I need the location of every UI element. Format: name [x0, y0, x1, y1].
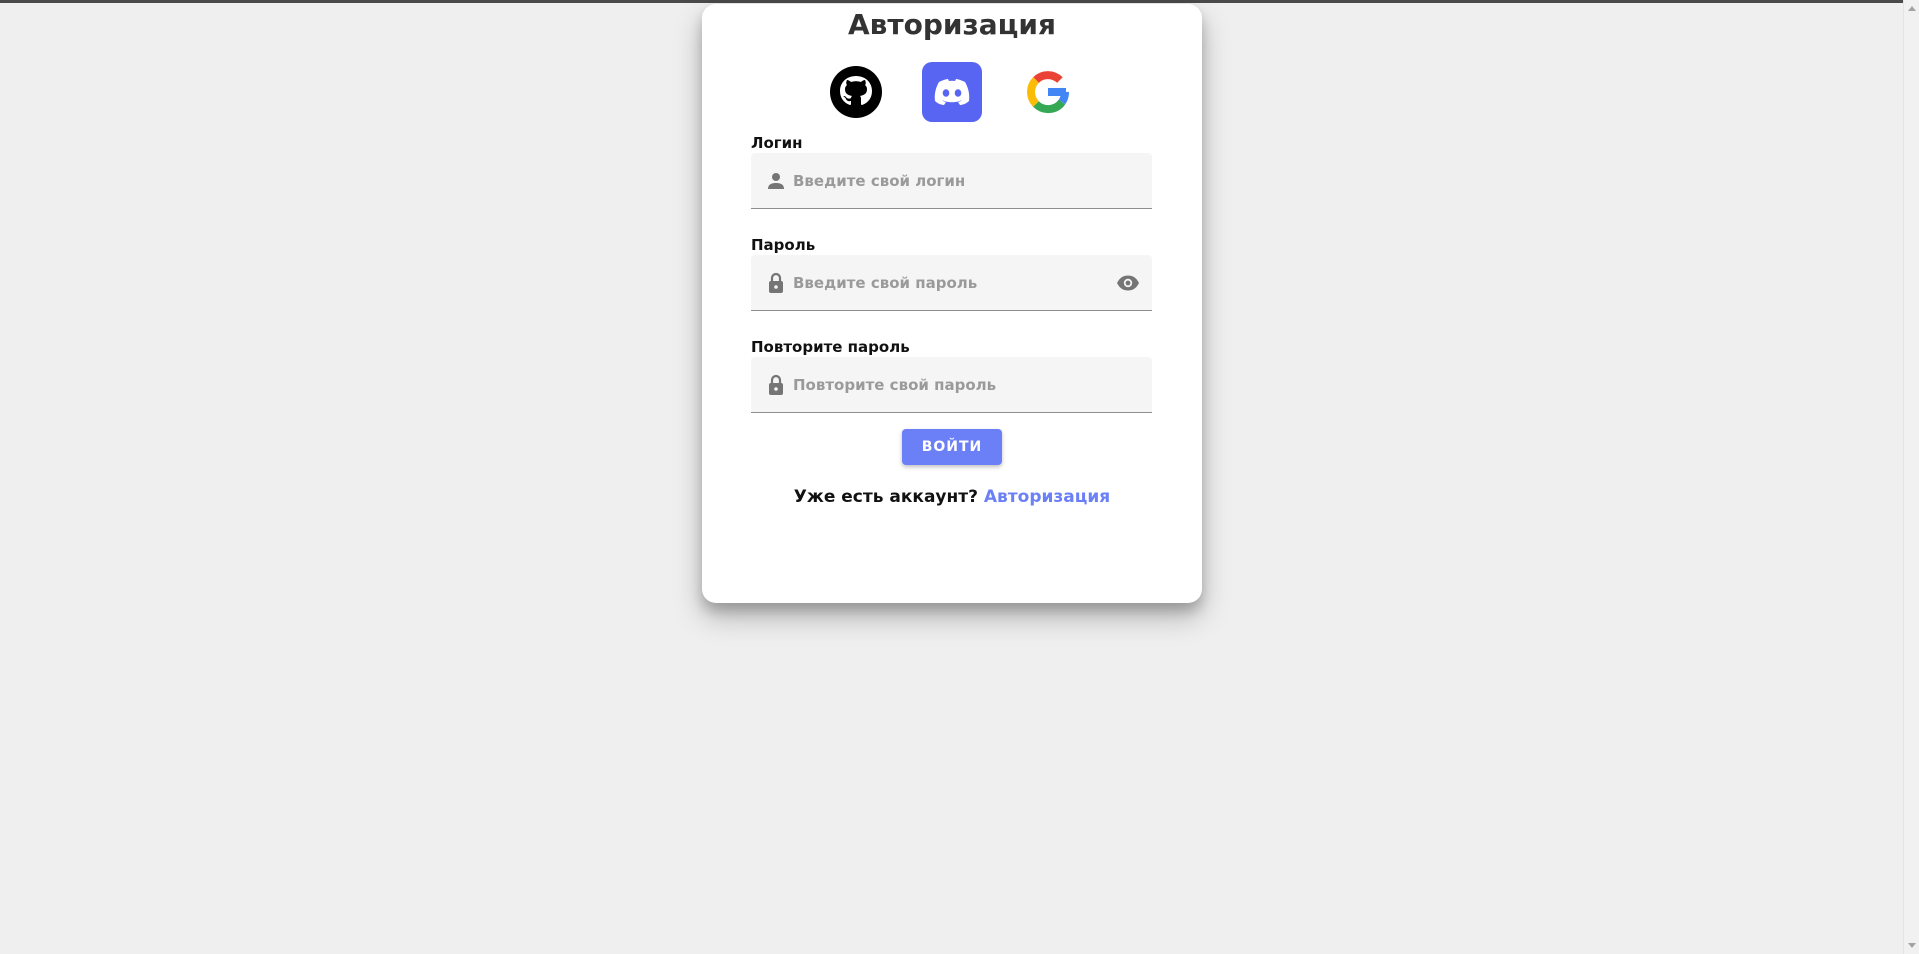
- eye-icon[interactable]: [1116, 271, 1140, 295]
- scroll-down-icon[interactable]: [1908, 943, 1916, 948]
- discord-icon: [922, 62, 982, 122]
- repeat-password-input[interactable]: [793, 357, 1093, 413]
- login-field: [751, 153, 1152, 209]
- login-input[interactable]: [793, 153, 1093, 209]
- login-link[interactable]: Авторизация: [984, 487, 1110, 507]
- login-label: Логин: [751, 134, 803, 152]
- submit-button[interactable]: ВОЙТИ: [902, 429, 1002, 465]
- scroll-up-icon[interactable]: [1908, 6, 1916, 11]
- discord-login-button[interactable]: [922, 62, 982, 122]
- repeat-password-field: [751, 357, 1152, 413]
- password-label: Пароль: [751, 236, 816, 254]
- social-login-row: [702, 62, 1202, 126]
- github-icon: [830, 66, 882, 118]
- lock-icon: [764, 373, 788, 397]
- window-top-border: [0, 0, 1919, 3]
- repeat-password-label: Повторите пароль: [751, 338, 910, 356]
- password-input[interactable]: [793, 255, 1093, 311]
- auth-card: Авторизация Логин Введите свой логин Пар…: [702, 4, 1202, 603]
- google-icon: [1027, 71, 1069, 114]
- lock-icon: [764, 271, 788, 295]
- vertical-scrollbar[interactable]: [1903, 0, 1919, 954]
- password-field: [751, 255, 1152, 311]
- footer-question: Уже есть аккаунт?: [793, 487, 978, 507]
- person-icon: [764, 169, 788, 193]
- footer-text: Уже есть аккаунт? Авторизация: [702, 487, 1202, 507]
- google-login-button[interactable]: [1018, 62, 1078, 122]
- github-login-button[interactable]: [826, 62, 886, 122]
- page-title: Авторизация: [847, 8, 1057, 41]
